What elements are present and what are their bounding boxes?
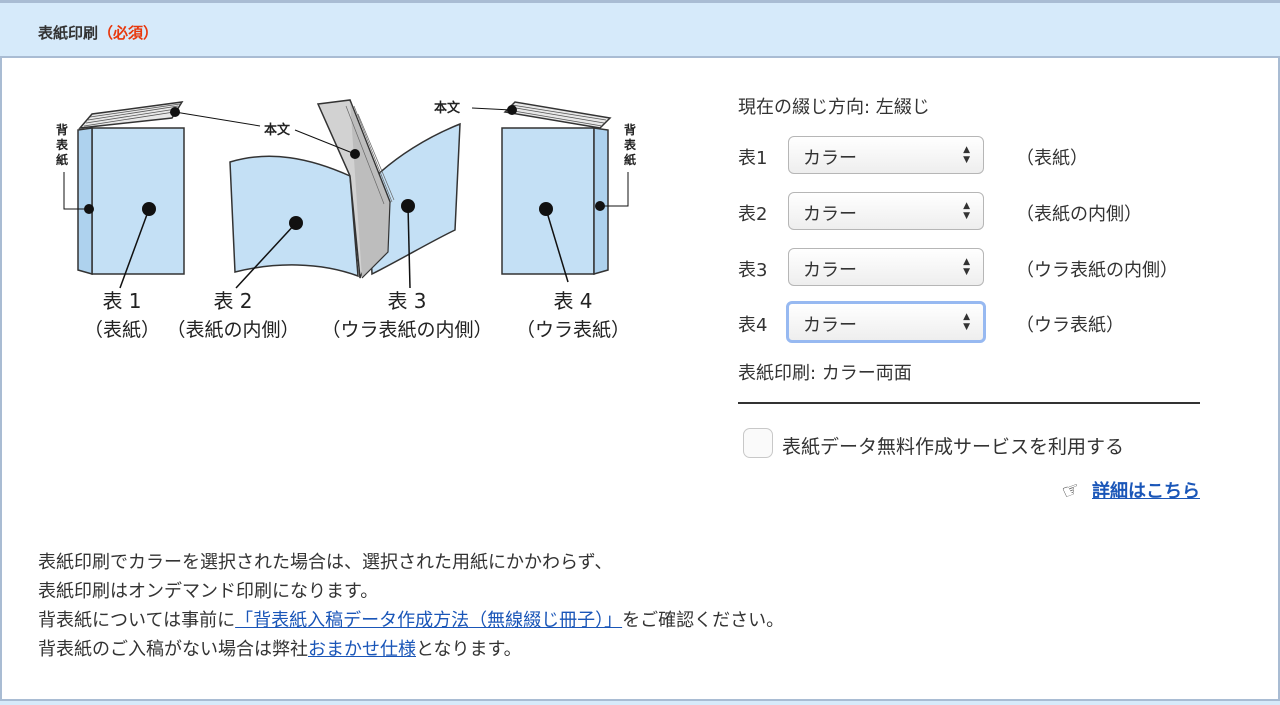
cover-1-row: 表1 カラー ▲ ▼ （表紙） [738,136,1200,176]
free-service-label[interactable]: 表紙データ無料作成サービスを利用する [782,432,1124,459]
cover-2-label: 表2 [738,204,768,225]
cover-2-select[interactable]: カラー ▲ ▼ [788,192,984,230]
section-title: 表紙印刷（必須） [38,22,158,43]
note-line-4: 背表紙のご入稿がない場合は弊社おまかせ仕様となります。 [38,635,784,664]
cover-print-summary: 表紙印刷: カラー両面 [738,363,912,384]
cover-1-note: （表紙） [1016,148,1088,169]
cover-2-note: （表紙の内側） [1016,204,1142,225]
select-arrows-icon: ▲ ▼ [963,312,970,332]
book-front-illustration [63,101,185,289]
cover-notes: 表紙印刷でカラーを選択された場合は、選択された用紙にかかわらず、 表紙印刷はオン… [38,548,784,664]
cover-2-desc: （表紙の内側） [166,319,299,341]
cover-3-select-value: カラー [803,260,857,281]
select-arrows-icon: ▲ ▼ [963,201,970,221]
cover-1-select-value: カラー [803,148,857,169]
note-line-2: 表紙印刷はオンデマンド印刷になります。 [38,581,379,602]
spine-char-right-3: 紙 [624,152,636,167]
default-spec-link[interactable]: おまかせ仕様 [308,639,416,660]
cover-3-number: 表 3 [387,289,426,313]
cover-3-note: （ウラ表紙の内側） [1016,260,1178,281]
note-line-3-before: 背表紙については事前に [38,610,236,631]
cover-1-select[interactable]: カラー ▲ ▼ [788,136,984,174]
pointing-hand-icon: ☞ [1058,475,1084,505]
cover-1-number: 表 1 [102,289,141,313]
cover-2-select-value: カラー [803,204,857,225]
spine-char-3: 紙 [56,152,68,167]
cover-4-desc: （ウラ表紙） [516,319,630,341]
spine-char-2: 表 [55,137,69,152]
cover-1-label: 表1 [738,148,768,169]
cover-4-label: 表4 [738,315,768,336]
cover-3-desc: （ウラ表紙の内側） [321,319,492,341]
cover-2-row: 表2 カラー ▲ ▼ （表紙の内側） [738,192,1200,232]
book-back-illustration [501,101,629,283]
panel-divider [738,402,1200,404]
required-badge: （必須） [98,24,159,42]
cover-4-number: 表 4 [553,289,592,313]
cover-3-select[interactable]: カラー ▲ ▼ [788,248,984,286]
binding-direction: 現在の綴じ方向: 左綴じ [738,97,930,118]
note-line-4-before: 背表紙のご入稿がない場合は弊社 [38,639,308,660]
next-section-edge [0,699,1280,705]
note-line-4-after: となります。 [416,639,522,660]
note-line-1: 表紙印刷でカラーを選択された場合は、選択された用紙にかかわらず、 [38,552,613,573]
note-line-3-after: をご確認ください。 [622,610,785,631]
cover-2-number: 表 2 [213,289,252,313]
select-arrows-icon: ▲ ▼ [963,257,970,277]
cover-4-select-value: カラー [803,315,857,336]
select-arrows-icon: ▲ ▼ [963,145,970,165]
cover-3-row: 表3 カラー ▲ ▼ （ウラ表紙の内側） [738,248,1200,288]
cover-4-note: （ウラ表紙） [1016,315,1124,336]
spine-char-right-2: 表 [623,137,637,152]
cover-4-row: 表4 カラー ▲ ▼ （ウラ表紙） [738,301,1200,343]
details-link[interactable]: 詳細はこちら [1092,481,1200,502]
cover-4-select[interactable]: カラー ▲ ▼ [786,301,986,343]
spine-data-guide-link[interactable]: 「背表紙入稿データ作成方法（無線綴じ冊子）」 [235,610,622,631]
spine-char-1: 背 [56,122,68,137]
section-title-text: 表紙印刷 [38,24,99,42]
cover-1-desc: （表紙） [84,319,160,341]
note-line-3: 背表紙については事前に「背表紙入稿データ作成方法（無線綴じ冊子）」をご確認くださ… [38,606,784,635]
section-header: 表紙印刷（必須） [0,0,1280,58]
details-link-wrap: ☞ 詳細はこちら [1058,476,1200,505]
body-text-label-1: 本文 [264,122,291,138]
body-text-label-2: 本文 [434,100,461,116]
cover-3-label: 表3 [738,260,768,281]
cover-diagram-svg: 本文 本文 背 表 紙 背 表 紙 表 1 （表紙） 表 2 （表紙の内側） 表… [55,99,637,341]
spine-char-right-1: 背 [624,122,636,137]
free-service-checkbox[interactable] [743,428,773,458]
cover-diagram: 本文 本文 背 表 紙 背 表 紙 表 1 （表紙） 表 2 （表紙の内側） 表… [50,92,700,352]
